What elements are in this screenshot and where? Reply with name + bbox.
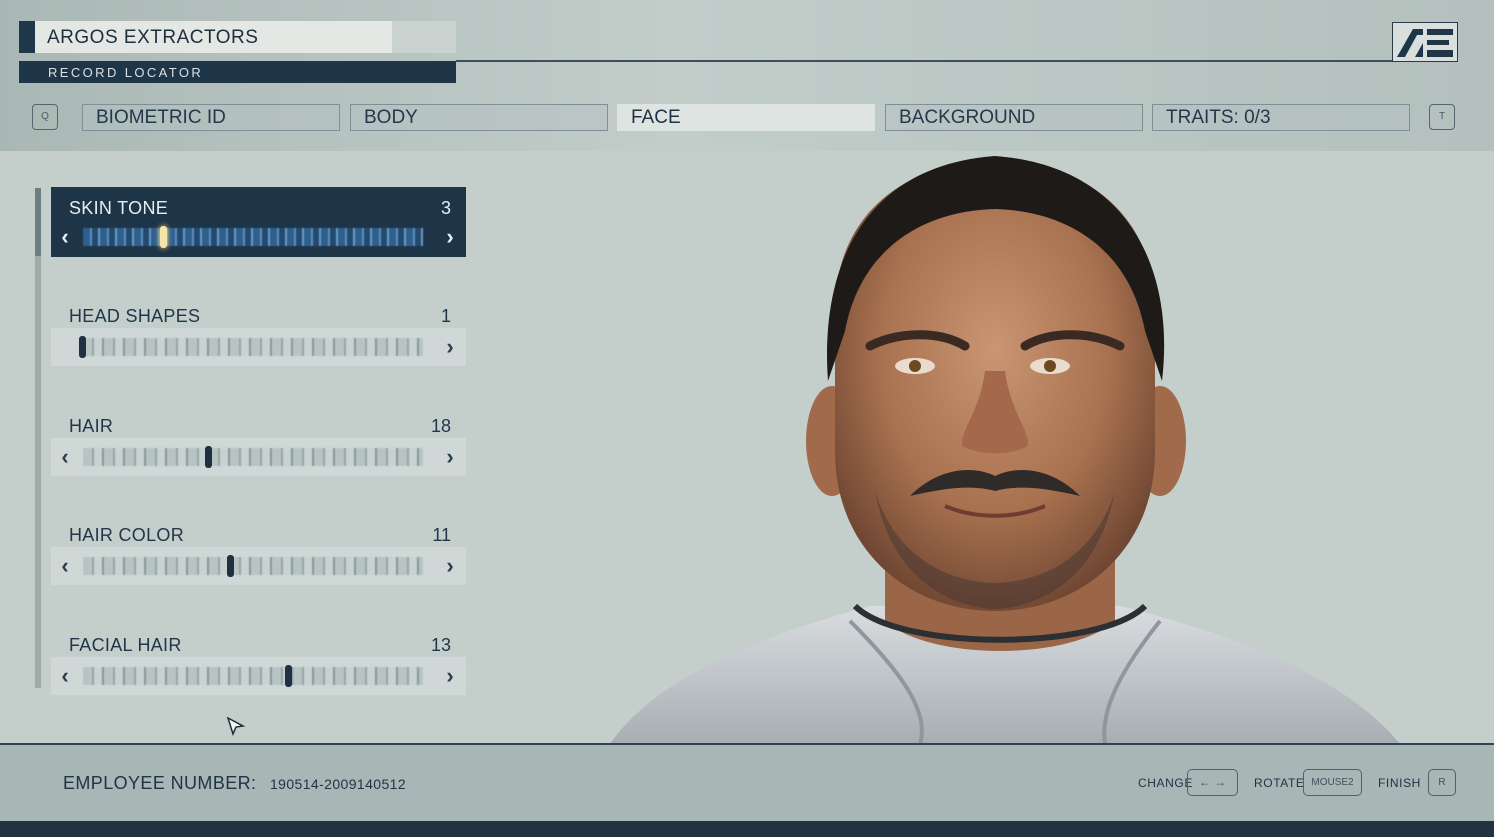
scrollbar-thumb[interactable] (35, 188, 41, 256)
slider-bar[interactable] (83, 448, 423, 466)
corporation-name: ARGOS EXTRACTORS (47, 27, 259, 48)
slider-track[interactable]: › (51, 328, 466, 366)
chevron-right-icon[interactable]: › (439, 547, 461, 585)
tab-face[interactable]: FACE (617, 104, 875, 131)
slider-value: 3 (440, 198, 451, 218)
slider-skin-tone[interactable]: SKIN TONE 3 ‹ › (51, 187, 466, 257)
corporation-mark (19, 21, 35, 53)
header-divider (456, 60, 1396, 62)
slider-value: 18 (430, 416, 451, 436)
slider-label: SKIN TONE (69, 198, 169, 218)
chevron-right-icon[interactable]: › (439, 328, 461, 366)
slider-knob[interactable] (205, 446, 212, 468)
slider-label: FACIAL HAIR (69, 635, 182, 655)
slider-label: HEAD SHAPES (69, 306, 201, 326)
slider-head-shapes[interactable]: HEAD SHAPES 1 › (51, 306, 466, 368)
employee-number-value: 190514-2009140512 (270, 776, 407, 792)
slider-knob[interactable] (79, 336, 86, 358)
tab-traits[interactable]: TRAITS: 0/3 (1152, 104, 1410, 131)
footer-bar: EMPLOYEE NUMBER: 190514-2009140512 CHANG… (0, 743, 1494, 837)
slider-knob[interactable] (285, 665, 292, 687)
slider-list-scrollbar[interactable] (35, 188, 41, 688)
slider-bar[interactable] (83, 228, 423, 246)
prev-tab-key[interactable]: Q (32, 104, 58, 130)
chevron-right-icon[interactable]: › (439, 218, 461, 256)
tab-body[interactable]: BODY (350, 104, 608, 131)
tab-background[interactable]: BACKGROUND (885, 104, 1143, 131)
employee-number-label: EMPLOYEE NUMBER: (63, 773, 257, 793)
chevron-left-icon[interactable]: ‹ (54, 657, 76, 695)
slider-track[interactable]: ‹ › (51, 438, 466, 476)
rotate-hint-label: ROTATE (1254, 776, 1305, 790)
chevron-left-icon[interactable]: ‹ (54, 438, 76, 476)
slider-bar[interactable] (83, 338, 423, 356)
slider-value: 11 (432, 525, 451, 545)
slider-hair[interactable]: HAIR 18 ‹ › (51, 416, 466, 478)
tab-biometric-id[interactable]: BIOMETRIC ID (82, 104, 340, 131)
slider-knob[interactable] (160, 226, 167, 248)
chevron-right-icon[interactable]: › (439, 657, 461, 695)
header: ARGOS EXTRACTORS RECORD LOCATOR Q BIOMET… (0, 0, 1494, 151)
ae-logo-icon (1392, 22, 1458, 62)
chevron-right-icon[interactable]: › (439, 438, 461, 476)
slider-hair-color[interactable]: HAIR COLOR 11 ‹ › (51, 525, 466, 587)
slider-value: 13 (430, 635, 451, 655)
slider-value: 1 (440, 306, 451, 326)
footer-bottom-band (0, 821, 1494, 837)
slider-track[interactable]: ‹ › (51, 547, 466, 585)
corporation-banner: ARGOS EXTRACTORS (19, 21, 456, 53)
next-tab-key[interactable]: T (1429, 104, 1455, 130)
chevron-left-icon[interactable]: ‹ (54, 218, 76, 256)
character-portrait[interactable] (600, 151, 1410, 744)
chevron-left-icon[interactable]: ‹ (54, 547, 76, 585)
slider-label: HAIR (69, 416, 114, 436)
mouse-cursor-icon (226, 716, 246, 736)
slider-facial-hair[interactable]: FACIAL HAIR 13 ‹ › (51, 635, 466, 697)
finish-key-button[interactable]: R (1428, 769, 1456, 796)
change-key-button[interactable]: ← → (1187, 769, 1238, 796)
finish-hint-label: FINISH (1378, 776, 1421, 790)
record-locator-label: RECORD LOCATOR (48, 65, 204, 80)
rotate-key-button[interactable]: MOUSE2 (1303, 769, 1362, 796)
slider-label: HAIR COLOR (69, 525, 185, 545)
slider-knob[interactable] (227, 555, 234, 577)
slider-bar[interactable] (83, 557, 423, 575)
slider-bar[interactable] (83, 667, 423, 685)
slider-track[interactable]: ‹ › (51, 657, 466, 695)
slider-track[interactable]: ‹ › (51, 218, 466, 256)
change-hint-label: CHANGE (1138, 776, 1193, 790)
record-locator-bar: RECORD LOCATOR (19, 61, 456, 83)
footer-divider (0, 743, 1494, 745)
